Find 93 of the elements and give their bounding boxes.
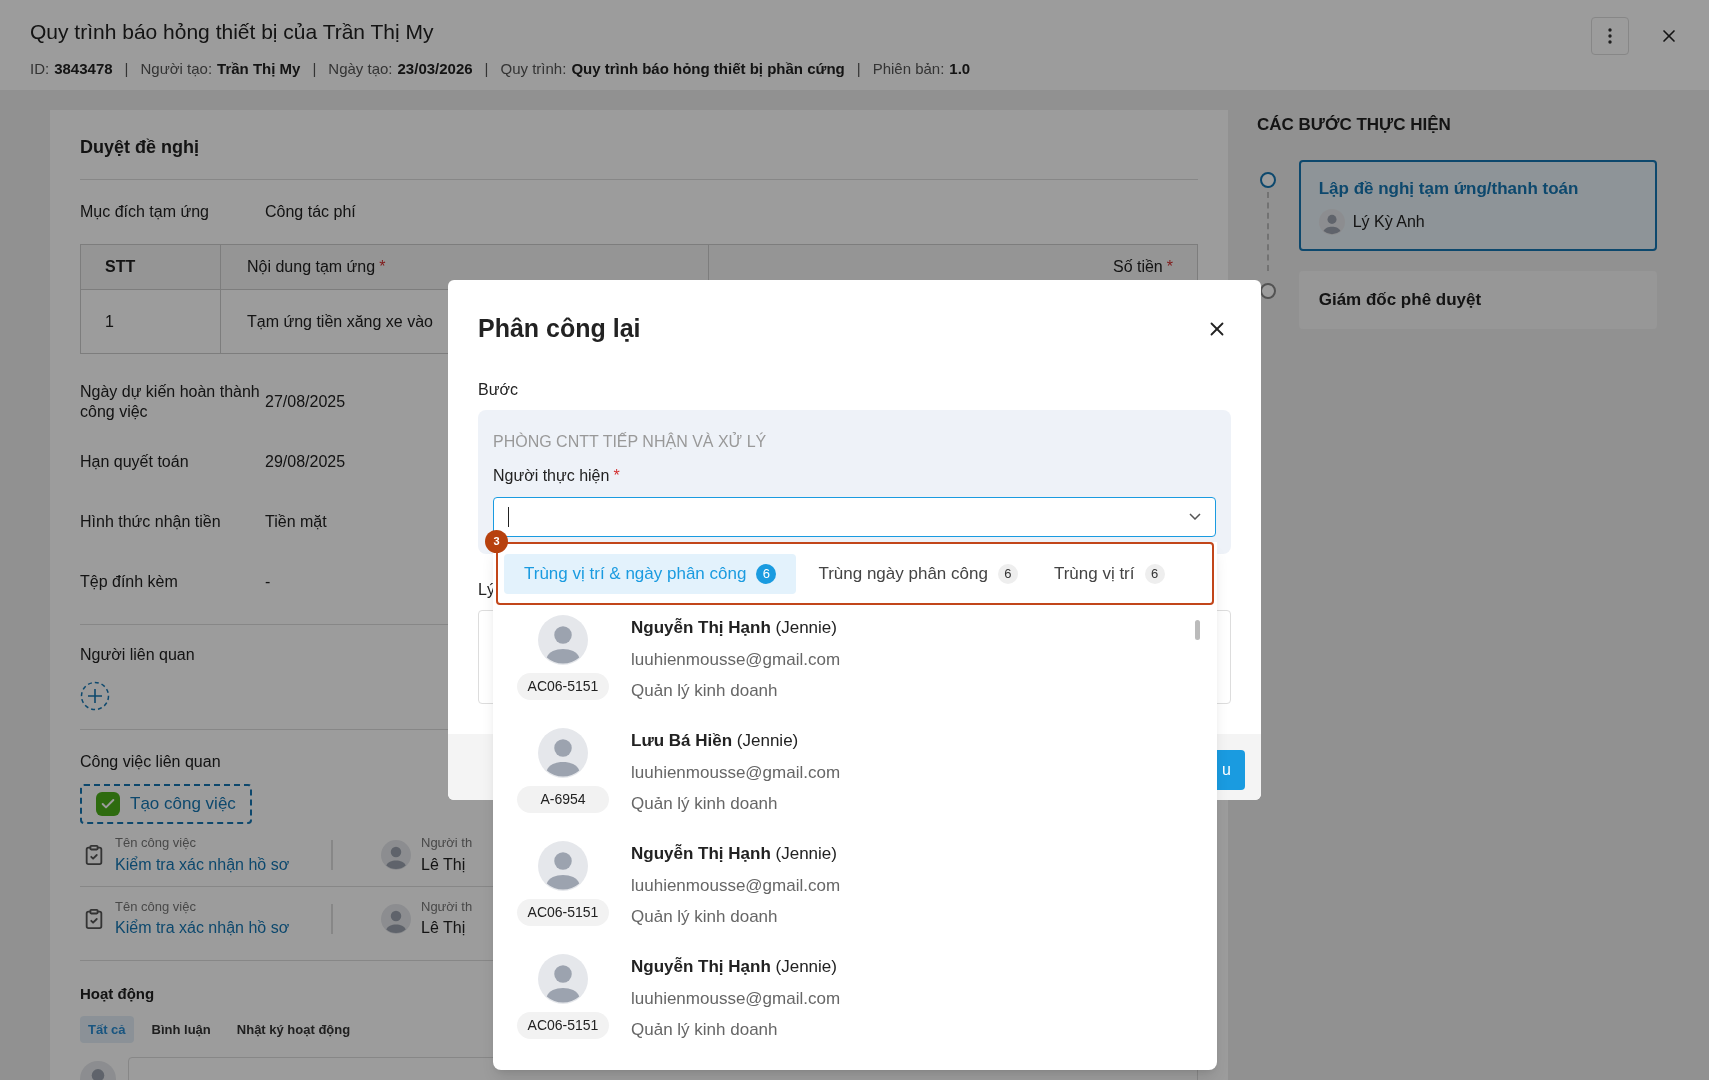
- activity-tab[interactable]: Nhật ký hoạt động: [228, 1015, 359, 1043]
- table-header: Số tiền *: [1111, 257, 1174, 277]
- step-title: Lập đề nghị tạm ứng/thanh toán: [1318, 177, 1580, 200]
- meta-label: Phiên bản:: [872, 58, 945, 79]
- person-option[interactable]: A-6954 Lưu Bá Hiền (Jennie) luuhienmousse@gmail.com Quản lý kinh doanh: [493, 728, 1217, 841]
- person-role: Quản lý kinh doanh: [631, 906, 779, 928]
- form-title: Duyệt đề nghị: [80, 134, 1198, 180]
- chevron-down-icon: [1189, 513, 1201, 520]
- section-title: Người liên quan: [80, 645, 195, 665]
- meta-label: Người tạo:: [140, 58, 213, 79]
- employee-code: AC06-5151: [517, 1012, 609, 1039]
- assignee-select[interactable]: [493, 496, 1216, 537]
- separator: |: [856, 58, 861, 79]
- step-card[interactable]: Lập đề nghị tạm ứng/thanh toán Lý Kỳ Anh: [1298, 159, 1657, 251]
- meta-value: Trần Thị My: [217, 58, 301, 79]
- more-button[interactable]: [1591, 17, 1629, 55]
- field-label: Hình thức nhận tiền: [80, 512, 222, 532]
- meta-value: Quy trình báo hỏng thiết bị phần cứng: [571, 58, 845, 79]
- person-name: Nguyễn Thị Hạnh (Jennie): [631, 617, 838, 639]
- field-label: Tệp đính kèm: [80, 572, 179, 592]
- create-task-button[interactable]: Tạo công việc: [80, 784, 252, 824]
- assignee-avatar: [381, 903, 411, 934]
- meta-label: Ngày tạo:: [328, 58, 393, 79]
- person-name: Lưu Bá Hiền (Jennie): [631, 730, 800, 752]
- assignee-avatar: [381, 840, 411, 870]
- step-avatar: [1318, 209, 1345, 235]
- filter-tab[interactable]: Trùng ngày phân công 6: [804, 553, 1032, 594]
- task-link[interactable]: Kiểm tra xác nhận hồ sơ: [115, 916, 331, 941]
- person-option[interactable]: AC06-5151 Nguyễn Thị Hạnh (Jennie) luuhienmousse@gmail.com Quản lý kinh doanh: [493, 615, 1217, 728]
- assignee-name: Lê Thị: [421, 918, 467, 939]
- person-avatar: [538, 615, 588, 665]
- person-avatar: [538, 841, 588, 891]
- step-title: Giám đốc phê duyệt: [1318, 289, 1483, 311]
- person-email: luuhienmousse@gmail.com: [631, 761, 841, 784]
- field-label: Hạn quyết toán: [80, 452, 190, 472]
- clipboard-icon: [83, 907, 105, 930]
- task-name-label: Tên công việc: [115, 834, 197, 853]
- filter-tab[interactable]: Trùng vị trí 6: [1039, 553, 1179, 594]
- check-icon: [96, 792, 120, 816]
- person-name: Nguyễn Thị Hạnh (Jennie): [631, 843, 838, 865]
- meta-value: 3843478: [54, 58, 113, 79]
- employee-code: AC06-5151: [517, 899, 609, 926]
- assignee-label: Người th: [421, 834, 473, 853]
- field-label: Bước: [477, 379, 519, 400]
- add-person-icon[interactable]: [80, 681, 110, 711]
- table-header: STT: [81, 245, 221, 289]
- field-label: Mục đích tạm ứng: [80, 202, 210, 222]
- assignee-name: Lê Thị: [421, 854, 467, 875]
- field-label: Ngày dự kiến hoàn thành công việc: [80, 382, 261, 422]
- steps-title: CÁC BƯỚC THỰC HIỆN: [1257, 114, 1452, 136]
- person-role: Quản lý kinh doanh: [631, 793, 779, 815]
- separator: |: [484, 58, 489, 79]
- step-assignee: Lý Kỳ Anh: [1352, 212, 1425, 232]
- person-avatar: [538, 728, 588, 778]
- field-value: Tiền mặt: [265, 512, 327, 532]
- field-value: Công tác phí: [265, 202, 356, 222]
- field-label: Người thực hiện *: [493, 465, 621, 486]
- person-role: Quản lý kinh doanh: [631, 680, 779, 702]
- filter-tab[interactable]: Trùng vị trí & ngày phân công 6: [504, 553, 797, 594]
- person-name: Nguyễn Thị Hạnh (Jennie): [631, 956, 838, 978]
- person-option[interactable]: AC06-5151 Nguyễn Thị Hạnh (Jennie) luuhienmousse@gmail.com Quản lý kinh doanh: [493, 954, 1217, 1067]
- employee-code: AC06-5151: [517, 673, 609, 700]
- separator: |: [312, 58, 317, 79]
- more-icon: [1608, 28, 1612, 44]
- activity-tab[interactable]: Bình luận: [143, 1015, 219, 1043]
- scrollbar: [1195, 620, 1200, 640]
- field-value: 27/08/2025: [265, 392, 346, 412]
- person-option[interactable]: AC06-5151 Nguyễn Thị Hạnh (Jennie) luuhienmousse@gmail.com Quản lý kinh doanh: [493, 841, 1217, 954]
- meta-label: ID:: [30, 58, 50, 79]
- separator: |: [124, 58, 129, 79]
- person-role: Quản lý kinh doanh: [631, 1019, 779, 1041]
- field-value: -: [265, 572, 271, 592]
- clipboard-icon: [83, 844, 105, 866]
- person-email: luuhienmousse@gmail.com: [631, 648, 841, 671]
- dialog-title: Phân công lại: [478, 313, 641, 344]
- page-title: Quy trình báo hỏng thiết bị của Trần Thị My: [30, 19, 435, 45]
- step-name: PHÒNG CNTT TIẾP NHẬN VÀ XỬ LÝ: [493, 431, 768, 452]
- table-cell-text: Tạm ứng tiền xăng xe vào: [247, 311, 433, 332]
- meta-value: 23/03/2026: [397, 58, 473, 79]
- meta-label: Quy trình:: [500, 58, 567, 79]
- person-email: luuhienmousse@gmail.com: [631, 874, 841, 897]
- step-card[interactable]: Giám đốc phê duyệt: [1298, 271, 1657, 329]
- person-email: luuhienmousse@gmail.com: [631, 987, 841, 1010]
- task-name-label: Tên công việc: [115, 897, 197, 916]
- field-value: 29/08/2025: [265, 452, 346, 472]
- task-link[interactable]: Kiểm tra xác nhận hồ sơ: [115, 852, 331, 877]
- section-title: Công việc liên quan: [80, 752, 221, 772]
- employee-code: A-6954: [517, 786, 609, 813]
- meta-value: 1.0: [949, 58, 971, 79]
- section-title: Hoạt động: [80, 984, 155, 1004]
- person-avatar: [538, 954, 588, 1004]
- assignee-label: Người th: [421, 897, 473, 916]
- table-cell-text: 1: [105, 311, 114, 332]
